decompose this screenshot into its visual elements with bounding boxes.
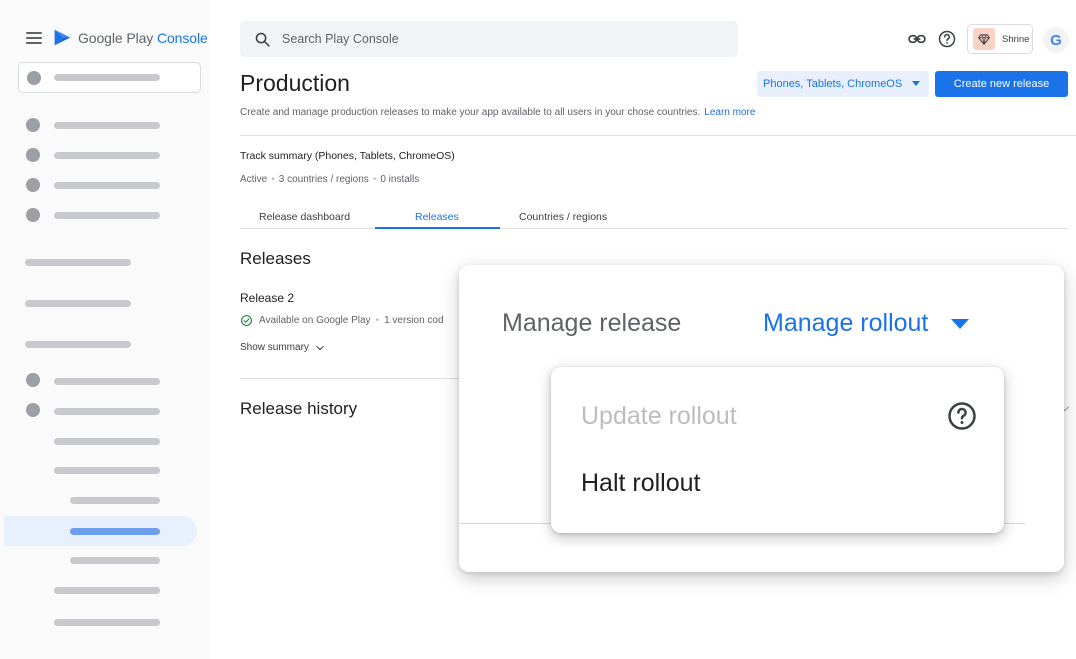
device-filter-dropdown[interactable]: Phones, Tablets, ChromeOS (757, 71, 929, 97)
nav-item[interactable] (54, 212, 160, 219)
play-console-logo[interactable]: Google Play Console (52, 27, 208, 48)
nav-subitem[interactable] (70, 557, 160, 564)
track-summary-meta: Active • 3 countries / regions • 0 installs (240, 174, 420, 185)
nav-item[interactable] (54, 152, 160, 159)
track-summary-title: Track summary (Phones, Tablets, ChromeOS… (240, 150, 455, 162)
tab-bar: Release dashboard Releases Countries / r… (240, 205, 1068, 229)
nav-section-header (25, 259, 131, 266)
nav-item[interactable] (54, 182, 160, 189)
nav-item[interactable] (54, 619, 160, 626)
create-new-release-button[interactable]: Create new release (935, 71, 1068, 97)
divider (240, 135, 1076, 136)
search-placeholder: Search Play Console (282, 32, 399, 46)
nav-item[interactable] (54, 408, 160, 415)
version-codes-text: 1 version cod (384, 315, 444, 326)
sidebar: Google Play Console (0, 0, 210, 659)
nav-item[interactable] (54, 378, 160, 385)
page-description: Create and manage production releases to… (240, 107, 756, 118)
search-icon (255, 32, 270, 47)
device-filter-value: Phones, Tablets, ChromeOS (763, 78, 903, 90)
dropdown-caret-icon (951, 318, 970, 329)
active-tab-indicator (375, 227, 500, 229)
menu-item-update-rollout: Update rollout (581, 402, 737, 430)
app-name: Google Play Console (78, 29, 208, 46)
nav-section-header (25, 341, 131, 348)
manage-release-button[interactable]: Manage release (502, 309, 681, 338)
release-status: Available on Google Play • 1 version cod (240, 314, 444, 327)
nav-icon (26, 208, 40, 222)
tab-releases[interactable]: Releases (415, 211, 459, 223)
account-name: Shrine (1002, 33, 1030, 45)
play-console-icon (54, 29, 71, 46)
rollout-menu: Update rollout Halt rollout (551, 367, 1004, 533)
learn-more-link[interactable]: Learn more (704, 107, 755, 118)
nav-item[interactable] (54, 587, 160, 594)
check-circle-icon (241, 315, 252, 326)
account-switcher[interactable]: Shrine (967, 24, 1033, 54)
release-history-heading: Release history (240, 399, 358, 418)
hamburger-menu-icon[interactable] (26, 32, 42, 44)
page-title: Production (240, 70, 350, 96)
nav-icon (26, 148, 40, 162)
show-summary-toggle[interactable]: Show summary (240, 342, 325, 353)
help-icon[interactable] (937, 29, 957, 49)
track-countries: 3 countries / regions (278, 174, 369, 185)
track-status: Active (240, 174, 268, 185)
divider (240, 378, 468, 379)
nav-item[interactable] (54, 438, 160, 445)
track-installs: 0 installs (380, 174, 420, 185)
nav-subitem[interactable] (70, 497, 160, 504)
chevron-down-icon (316, 345, 324, 350)
tab-countries-regions[interactable]: Countries / regions (519, 211, 607, 223)
google-account-avatar[interactable]: G (1043, 27, 1069, 53)
app-selector-placeholder (54, 74, 160, 81)
link-icon[interactable] (907, 29, 927, 49)
help-icon[interactable] (947, 401, 977, 431)
nav-icon (26, 178, 40, 192)
menu-item-halt-rollout[interactable]: Halt rollout (581, 469, 701, 498)
releases-heading: Releases (240, 249, 311, 268)
nav-section-header (25, 300, 131, 307)
nav-icon (26, 403, 40, 417)
app-selector[interactable] (18, 62, 201, 93)
nav-item[interactable] (54, 122, 160, 129)
dropdown-caret-icon (912, 81, 920, 86)
availability-text: Available on Google Play (259, 315, 371, 326)
nav-item[interactable] (54, 467, 160, 474)
manage-rollout-dropdown[interactable]: Manage rollout (763, 309, 970, 338)
search-bar[interactable]: Search Play Console (240, 21, 738, 57)
tab-release-dashboard[interactable]: Release dashboard (259, 211, 350, 223)
app-selector-icon (27, 71, 41, 85)
shrine-logo-icon (973, 28, 995, 50)
nav-subitem-production[interactable] (70, 528, 160, 535)
nav-icon (26, 373, 40, 387)
nav-icon (26, 118, 40, 132)
release-name: Release 2 (240, 291, 295, 305)
